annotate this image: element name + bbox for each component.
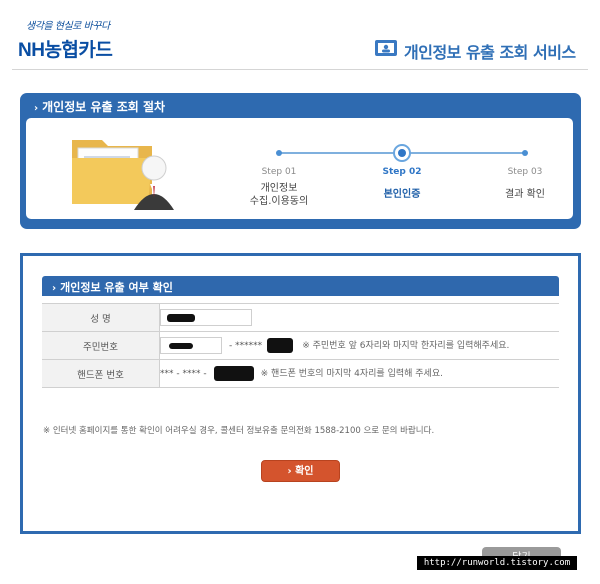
phone-label: 핸드폰 번호 bbox=[42, 359, 160, 388]
phone-note: ※ 핸드폰 번호의 마지막 4자리를 입력해 주세요. bbox=[260, 369, 443, 379]
step-02-marker-core bbox=[398, 149, 406, 157]
step-01-label: Step 01 bbox=[261, 167, 297, 177]
source-url-watermark: http://runworld.tistory.com bbox=[417, 556, 577, 570]
callcenter-info: ※ 인터넷 홈페이지를 통한 확인이 어려우실 경우, 콜센터 정보유출 문의전… bbox=[43, 426, 435, 436]
resident-number-front-input[interactable] bbox=[160, 337, 222, 354]
resident-number-back-input[interactable] bbox=[267, 338, 294, 353]
step-02-label: Step 02 bbox=[382, 167, 422, 177]
phone-last-digits-input[interactable] bbox=[213, 366, 254, 381]
redacted-name bbox=[167, 314, 195, 322]
step-02-name: 본인인증 bbox=[383, 189, 421, 200]
step-03-name: 결과 확인 bbox=[505, 189, 545, 200]
service-title: 개인정보 유출 조회 서비스 bbox=[404, 43, 576, 62]
step-03-label: Step 03 bbox=[507, 167, 543, 177]
step-03-marker bbox=[522, 150, 528, 156]
chevron-right-icon: › bbox=[287, 466, 296, 477]
step-01-marker bbox=[276, 150, 282, 156]
name-input[interactable] bbox=[160, 309, 252, 326]
name-label: 성 명 bbox=[42, 303, 160, 332]
form-row-resident-number: 주민번호 - ****** ※ 주민번호 앞 6자리와 마지막 한자리를 입력해… bbox=[42, 331, 559, 360]
id-card-icon bbox=[375, 40, 397, 56]
form-row-phone: 핸드폰 번호 *** - **** - ※ 핸드폰 번호의 마지막 4자리를 입… bbox=[42, 359, 559, 388]
resident-number-mask: - ****** bbox=[229, 341, 263, 351]
phone-mask: *** - **** - bbox=[160, 369, 207, 379]
form-section-title: › 개인정보 유출 여부 확인 bbox=[52, 281, 173, 294]
folder-person-illustration bbox=[72, 140, 174, 210]
redacted-resident-front bbox=[169, 343, 193, 349]
resident-number-label: 주민번호 bbox=[42, 331, 160, 360]
confirm-button[interactable]: › 확인 bbox=[261, 460, 340, 482]
form-row-name: 성 명 bbox=[42, 303, 559, 332]
brand-slogan: 생각을 현실로 바꾸다 bbox=[26, 21, 110, 32]
brand-logo: NH농협카드 bbox=[18, 40, 113, 61]
header-divider bbox=[12, 69, 588, 70]
resident-number-note: ※ 주민번호 앞 6자리와 마지막 한자리를 입력해주세요. bbox=[302, 341, 510, 351]
process-title: › 개인정보 유출 조회 절차 bbox=[34, 100, 166, 114]
step-01-name: 개인정보 수집.이용동의 bbox=[249, 183, 309, 207]
verification-form: 성 명 주민번호 - ****** ※ 주민번호 앞 6자리와 마지막 한자리를… bbox=[42, 303, 559, 388]
